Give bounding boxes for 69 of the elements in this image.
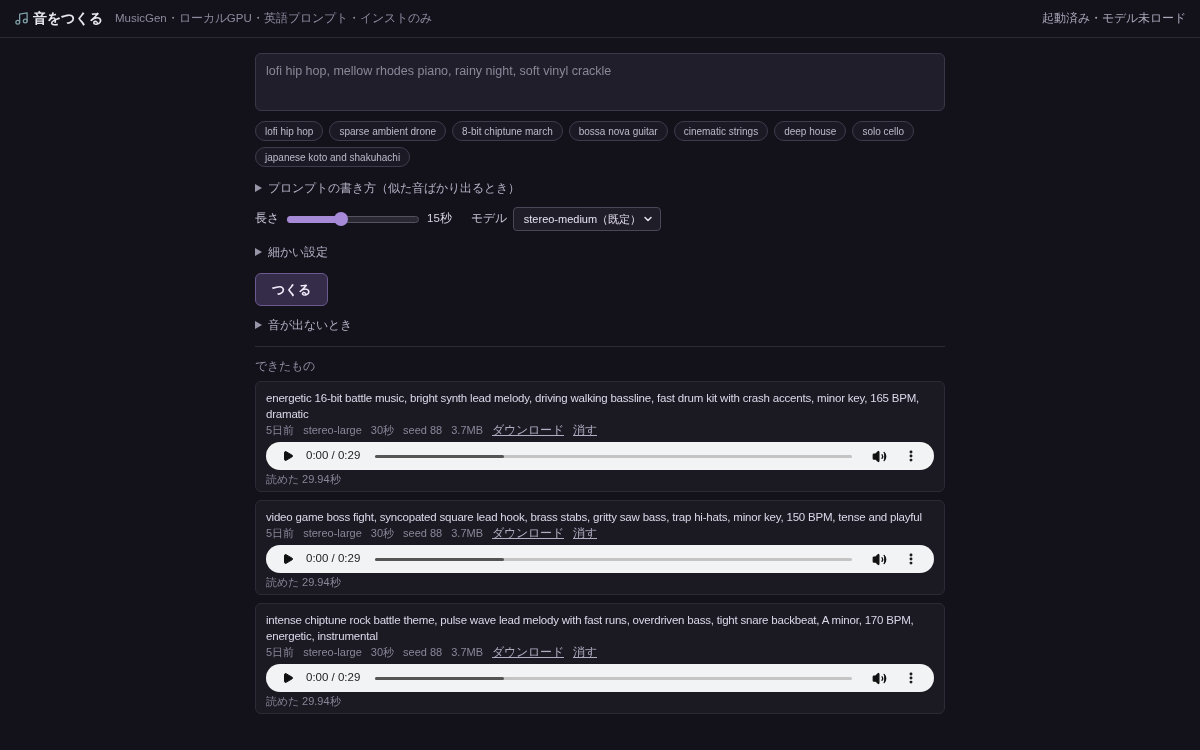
meta-text: seed 88	[403, 526, 443, 540]
result-link[interactable]: ダウンロード	[492, 526, 565, 540]
volume-icon[interactable]	[872, 670, 887, 686]
disclosure-toggle[interactable]: 音が出ないとき	[255, 316, 352, 334]
meta-text: 30秒	[370, 526, 395, 540]
preset-chip[interactable]: cinematic strings	[673, 121, 769, 141]
meta-text: stereo-large	[303, 526, 362, 540]
result-link[interactable]: 消す	[573, 526, 598, 540]
caret-icon	[255, 248, 262, 256]
result-prompt: energetic 16-bit battle music, bright synth lead melody, driving walking bassline, fast drum kit with crash accents, minor key, 165 BPM, dramatic	[266, 391, 921, 422]
result-prompt: intense chiptune rock battle theme, pulse wave lead melody with fast runs, overdriven bass, tight snare backbeat, A minor, 170 BPM, energetic, instrumental	[266, 613, 915, 644]
play-icon[interactable]	[282, 553, 294, 565]
generate-button[interactable]: つくる	[255, 273, 328, 306]
disclosure-toggle[interactable]: 細かい設定	[255, 243, 328, 261]
result-link[interactable]: ダウンロード	[492, 645, 565, 659]
status-text: 起動済み・モデル未ロード	[1042, 10, 1186, 26]
model-label: モデル	[470, 211, 507, 227]
progress-track[interactable]	[375, 676, 852, 680]
progress-track[interactable]	[375, 557, 852, 561]
meta-text: 3.7MB	[451, 423, 484, 437]
meta-text: seed 88	[403, 423, 443, 437]
preset-chip[interactable]: deep house	[774, 121, 847, 141]
meta-text: 30秒	[370, 645, 395, 659]
meta-text: 30秒	[370, 423, 395, 437]
load-time: 読めた 29.94秒	[266, 575, 342, 589]
preset-chip[interactable]: sparse ambient drone	[329, 121, 447, 141]
play-icon[interactable]	[282, 450, 294, 462]
disclosure-toggle[interactable]: プロンプトの書き方（似た音ばかり出るとき）	[255, 179, 520, 197]
audio-player[interactable]: 0:00 / 0:29	[266, 442, 934, 470]
result-link[interactable]: 消す	[573, 423, 598, 437]
length-reading: 15秒	[427, 211, 452, 227]
meta-text: 5日前	[266, 423, 295, 437]
model-select[interactable]: stereo-medium（既定）	[512, 207, 661, 231]
length-slider[interactable]	[287, 212, 419, 226]
meta-text: stereo-large	[303, 645, 362, 659]
load-time: 読めた 29.94秒	[266, 694, 342, 708]
result-link[interactable]: 消す	[573, 645, 598, 659]
prompt-field[interactable]: lofi hip hop, mellow rhodes piano, rainy night, soft vinyl crackle	[255, 53, 945, 111]
music-note-icon	[14, 11, 29, 26]
meta-text: stereo-large	[303, 423, 362, 437]
slider-thumb[interactable]	[334, 212, 349, 226]
caret-icon	[255, 321, 262, 329]
meta-text: 3.7MB	[451, 526, 484, 540]
result-link[interactable]: ダウンロード	[492, 423, 565, 437]
preset-chip[interactable]: lofi hip hop	[255, 121, 324, 141]
preset-chip[interactable]: 8-bit chiptune march	[452, 121, 563, 141]
preset-chip[interactable]: solo cello	[852, 121, 915, 141]
length-label: 長さ	[255, 211, 279, 227]
progress-track[interactable]	[375, 454, 852, 458]
app-subtitle: MusicGen・ローカルGPU・英語プロンプト・インストのみ	[115, 10, 432, 26]
volume-icon[interactable]	[872, 551, 887, 567]
meta-text: seed 88	[403, 645, 443, 659]
meta-text: 3.7MB	[451, 645, 484, 659]
meta-text: 5日前	[266, 526, 295, 540]
caret-icon	[255, 184, 262, 192]
volume-icon[interactable]	[872, 448, 887, 464]
audio-player[interactable]: 0:00 / 0:29	[266, 664, 934, 692]
result-prompt: video game boss fight, syncopated square lead hook, brass stabs, gritty saw bass, trap hi-hats, minor key, 150 BPM, tense and playful	[266, 510, 923, 525]
preset-chip[interactable]: bossa nova guitar	[568, 121, 668, 141]
audio-player[interactable]: 0:00 / 0:29	[266, 545, 934, 573]
player-time: 0:00 / 0:29	[306, 448, 362, 464]
preset-chip[interactable]: japanese koto and shakuhachi	[255, 147, 411, 167]
meta-text: 5日前	[266, 645, 295, 659]
play-icon[interactable]	[282, 672, 294, 684]
load-time: 読めた 29.94秒	[266, 472, 342, 486]
results-heading: できたもの	[255, 358, 316, 375]
app-title: 音をつくる	[33, 9, 103, 28]
player-time: 0:00 / 0:29	[306, 670, 362, 686]
player-time: 0:00 / 0:29	[306, 551, 362, 567]
